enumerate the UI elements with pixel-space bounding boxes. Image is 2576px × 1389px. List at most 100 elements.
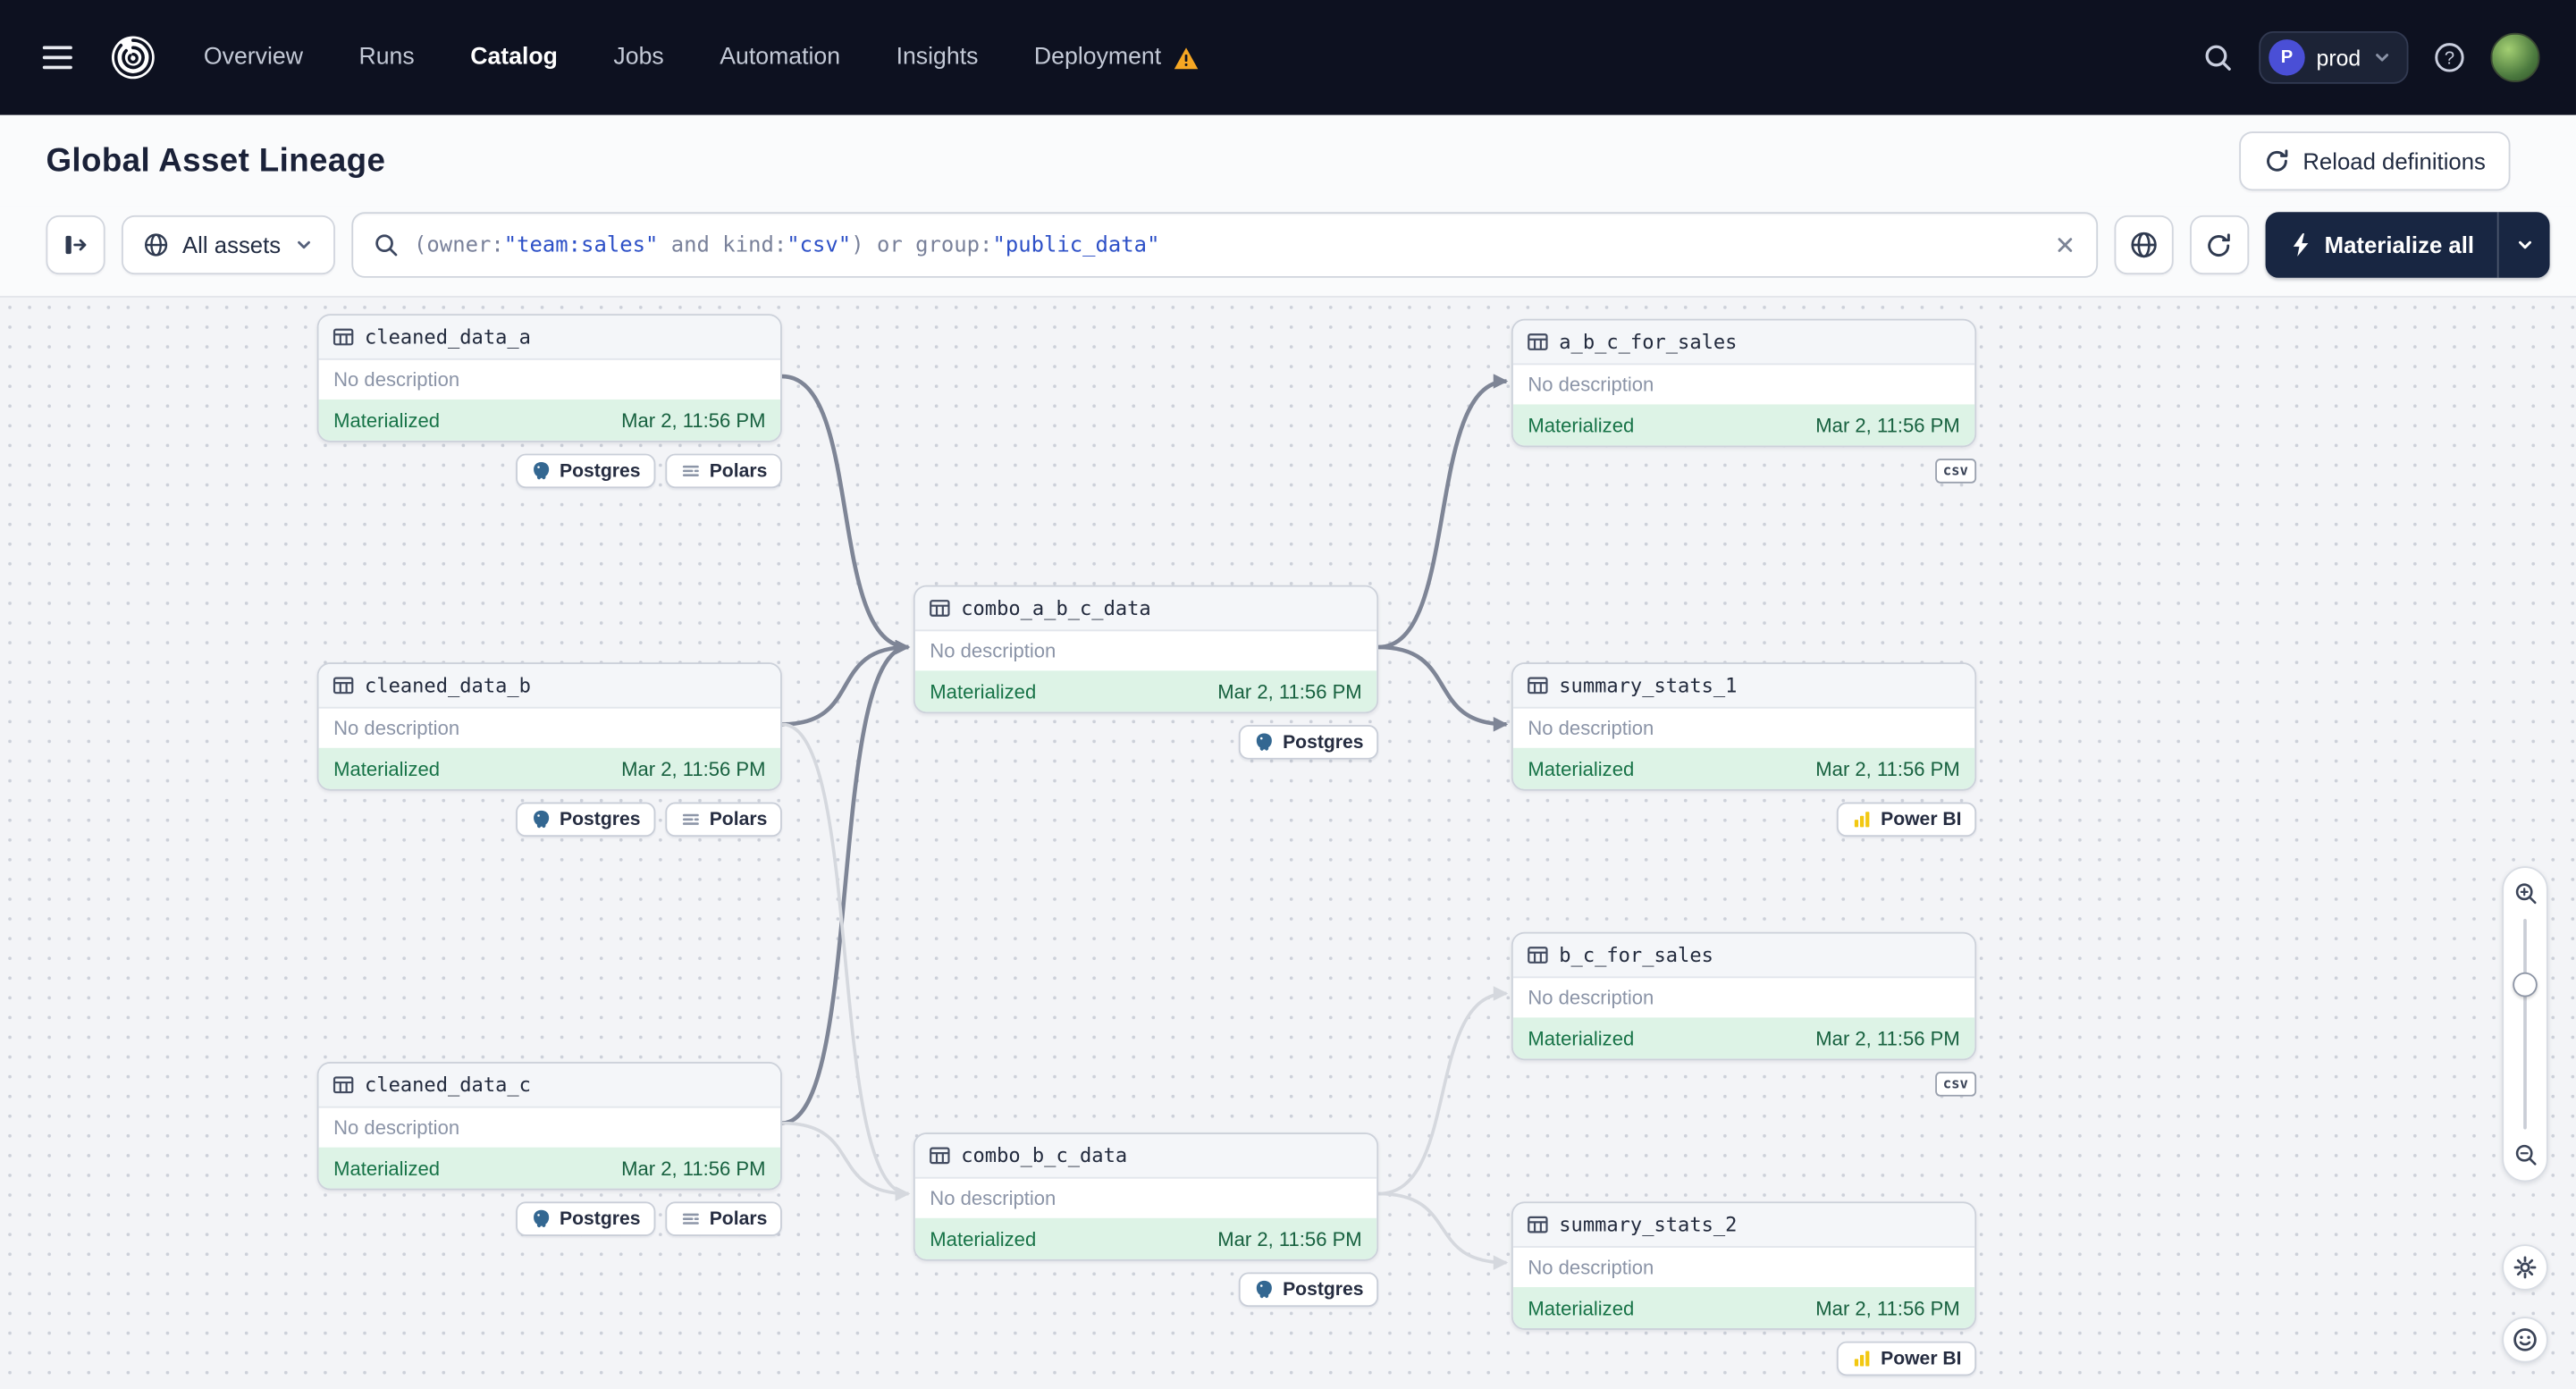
asset-node-summary_stats_2[interactable]: summary_stats_2 No description Materiali… — [1511, 1201, 1977, 1376]
help-button[interactable]: ? — [2433, 41, 2466, 74]
lineage-canvas[interactable]: cleaned_data_a No description Materializ… — [0, 296, 2576, 1389]
top-nav: Overview Runs Catalog Jobs Automation In… — [0, 0, 2576, 115]
lineage-edge-cleaned_data_c-to-combo_a_b_c_data — [781, 639, 911, 1125]
refresh-button[interactable] — [2189, 215, 2250, 275]
asset-status-bar: Materialized Mar 2, 11:56 PM — [318, 747, 781, 789]
nav-item-jobs[interactable]: Jobs — [613, 45, 663, 71]
asset-card[interactable]: b_c_for_sales No description Materialize… — [1511, 931, 1977, 1061]
asset-node-a_b_c_for_sales[interactable]: a_b_c_for_sales No description Materiali… — [1511, 318, 1977, 484]
asset-status-bar: Materialized Mar 2, 11:56 PM — [1512, 1287, 1975, 1328]
nav-item-insights[interactable]: Insights — [897, 45, 979, 71]
asset-node-combo_a_b_c_data[interactable]: combo_a_b_c_data No description Material… — [913, 585, 1379, 760]
zoom-in-button[interactable] — [2513, 881, 2538, 906]
nav-item-label: Automation — [720, 44, 841, 72]
nav-item-overview[interactable]: Overview — [204, 45, 303, 71]
dagster-logo-icon[interactable] — [108, 33, 157, 82]
filter-string-value: "csv" — [787, 232, 852, 257]
kind-tag-polars[interactable]: Polars — [665, 802, 782, 838]
materialize-options-button[interactable] — [2496, 212, 2550, 278]
asset-status-bar: Materialized Mar 2, 11:56 PM — [318, 399, 781, 441]
nav-item-label: Runs — [358, 44, 415, 72]
asset-node-cleaned_data_c[interactable]: cleaned_data_c No description Materializ… — [316, 1062, 782, 1237]
kind-tag-postgres[interactable]: Postgres — [515, 453, 656, 489]
asset-node-summary_stats_1[interactable]: summary_stats_1 No description Materiali… — [1511, 662, 1977, 838]
table-icon — [1528, 1216, 1548, 1233]
materialize-all-split-button: Materialize all — [2265, 212, 2550, 278]
zoom-slider[interactable] — [2513, 919, 2538, 1130]
asset-selection-value[interactable]: (owner:"team:sales" and kind:"csv") or g… — [414, 232, 2039, 257]
asset-name: cleaned_data_b — [365, 674, 531, 697]
table-icon — [1528, 677, 1548, 694]
zoom-out-button[interactable] — [2513, 1142, 2538, 1167]
asset-name: a_b_c_for_sales — [1559, 330, 1738, 354]
asset-card[interactable]: summary_stats_1 No description Materiali… — [1511, 662, 1977, 791]
asset-name: combo_b_c_data — [961, 1144, 1128, 1167]
asset-card[interactable]: a_b_c_for_sales No description Materiali… — [1511, 318, 1977, 448]
kind-tag-power-bi[interactable]: Power BI — [1836, 802, 1977, 838]
lineage-edge-combo_a_b_c_data-to-summary_stats_1 — [1378, 644, 1509, 732]
materialized-status: Materialized — [930, 679, 1037, 703]
materialize-all-label: Materialize all — [2324, 232, 2475, 258]
materialized-timestamp: Mar 2, 11:56 PM — [1815, 756, 1960, 780]
nav-item-catalog[interactable]: Catalog — [470, 45, 558, 71]
kind-tag-postgres[interactable]: Postgres — [515, 802, 656, 838]
chevron-down-icon — [2376, 54, 2389, 62]
materialized-status: Materialized — [930, 1226, 1037, 1250]
clear-search-button[interactable] — [2053, 233, 2076, 257]
nav-item-label: Catalog — [470, 44, 558, 72]
filter-string-value: "public_data" — [992, 232, 1160, 257]
kind-tag-polars[interactable]: Polars — [665, 453, 782, 489]
asset-node-cleaned_data_b[interactable]: cleaned_data_b No description Materializ… — [316, 662, 782, 838]
asset-card[interactable]: summary_stats_2 No description Materiali… — [1511, 1201, 1977, 1330]
nav-right: P prod ? — [2201, 30, 2540, 84]
nav-item-automation[interactable]: Automation — [720, 45, 840, 71]
asset-description: No description — [1528, 716, 1654, 740]
asset-card[interactable]: cleaned_data_a No description Materializ… — [316, 314, 782, 442]
reload-definitions-button[interactable]: Reload definitions — [2238, 131, 2511, 191]
postgres-icon — [1256, 1280, 1272, 1299]
materialize-all-button[interactable]: Materialize all — [2266, 212, 2497, 278]
materialized-timestamp: Mar 2, 11:56 PM — [1217, 679, 1362, 703]
table-icon — [333, 328, 354, 346]
graph-settings-button[interactable] — [2114, 215, 2174, 275]
asset-selection-input[interactable]: (owner:"team:sales" and kind:"csv") or g… — [351, 212, 2099, 278]
zoom-slider-thumb[interactable] — [2513, 972, 2538, 997]
search-button[interactable] — [2201, 41, 2235, 74]
asset-card-header: summary_stats_2 — [1512, 1203, 1975, 1248]
asset-status-bar: Materialized Mar 2, 11:56 PM — [1512, 747, 1975, 789]
kind-tag-power-bi[interactable]: Power BI — [1836, 1341, 1977, 1376]
kind-tag-postgres[interactable]: Postgres — [1238, 1272, 1379, 1308]
materialized-timestamp: Mar 2, 11:56 PM — [1815, 1296, 1960, 1319]
kind-tag-postgres[interactable]: Postgres — [515, 1201, 656, 1237]
kind-tag-polars[interactable]: Polars — [665, 1201, 782, 1237]
asset-kind-tags: Postgres — [913, 725, 1379, 760]
table-icon — [1528, 333, 1548, 350]
asset-filter-dropdown[interactable]: All assets — [122, 215, 335, 275]
asset-node-b_c_for_sales[interactable]: b_c_for_sales No description Materialize… — [1511, 931, 1977, 1097]
asset-card[interactable]: combo_b_c_data No description Materializ… — [913, 1132, 1379, 1261]
lineage-edge-combo_a_b_c_data-to-a_b_c_for_sales — [1378, 374, 1509, 650]
kind-tag-postgres[interactable]: Postgres — [1238, 725, 1379, 760]
user-avatar[interactable] — [2490, 32, 2540, 82]
feedback-button[interactable] — [2502, 1317, 2548, 1363]
storage-kind-badge-csv[interactable]: csv — [1934, 1072, 1977, 1097]
asset-node-cleaned_data_a[interactable]: cleaned_data_a No description Materializ… — [316, 314, 782, 489]
asset-card[interactable]: cleaned_data_c No description Materializ… — [316, 1062, 782, 1191]
graph-options-button[interactable] — [2502, 1244, 2548, 1291]
asset-node-combo_b_c_data[interactable]: combo_b_c_data No description Materializ… — [913, 1132, 1379, 1308]
nav-item-runs[interactable]: Runs — [358, 45, 414, 71]
hamburger-menu-button[interactable] — [33, 33, 82, 82]
nav-item-deployment[interactable]: Deployment — [1034, 45, 1199, 71]
postgres-icon — [533, 461, 549, 480]
materialized-status: Materialized — [333, 756, 441, 780]
zoom-controls — [2502, 866, 2548, 1183]
deployment-switcher[interactable]: P prod — [2259, 30, 2409, 84]
open-sidebar-button[interactable] — [46, 215, 105, 275]
storage-kind-badge-csv[interactable]: csv — [1934, 459, 1977, 484]
asset-name: combo_a_b_c_data — [961, 596, 1151, 620]
deployment-avatar: P — [2269, 39, 2305, 76]
asset-card[interactable]: combo_a_b_c_data No description Material… — [913, 585, 1379, 714]
asset-card-header: combo_b_c_data — [914, 1133, 1377, 1179]
asset-card[interactable]: cleaned_data_b No description Materializ… — [316, 662, 782, 791]
asset-description: No description — [1528, 373, 1654, 397]
